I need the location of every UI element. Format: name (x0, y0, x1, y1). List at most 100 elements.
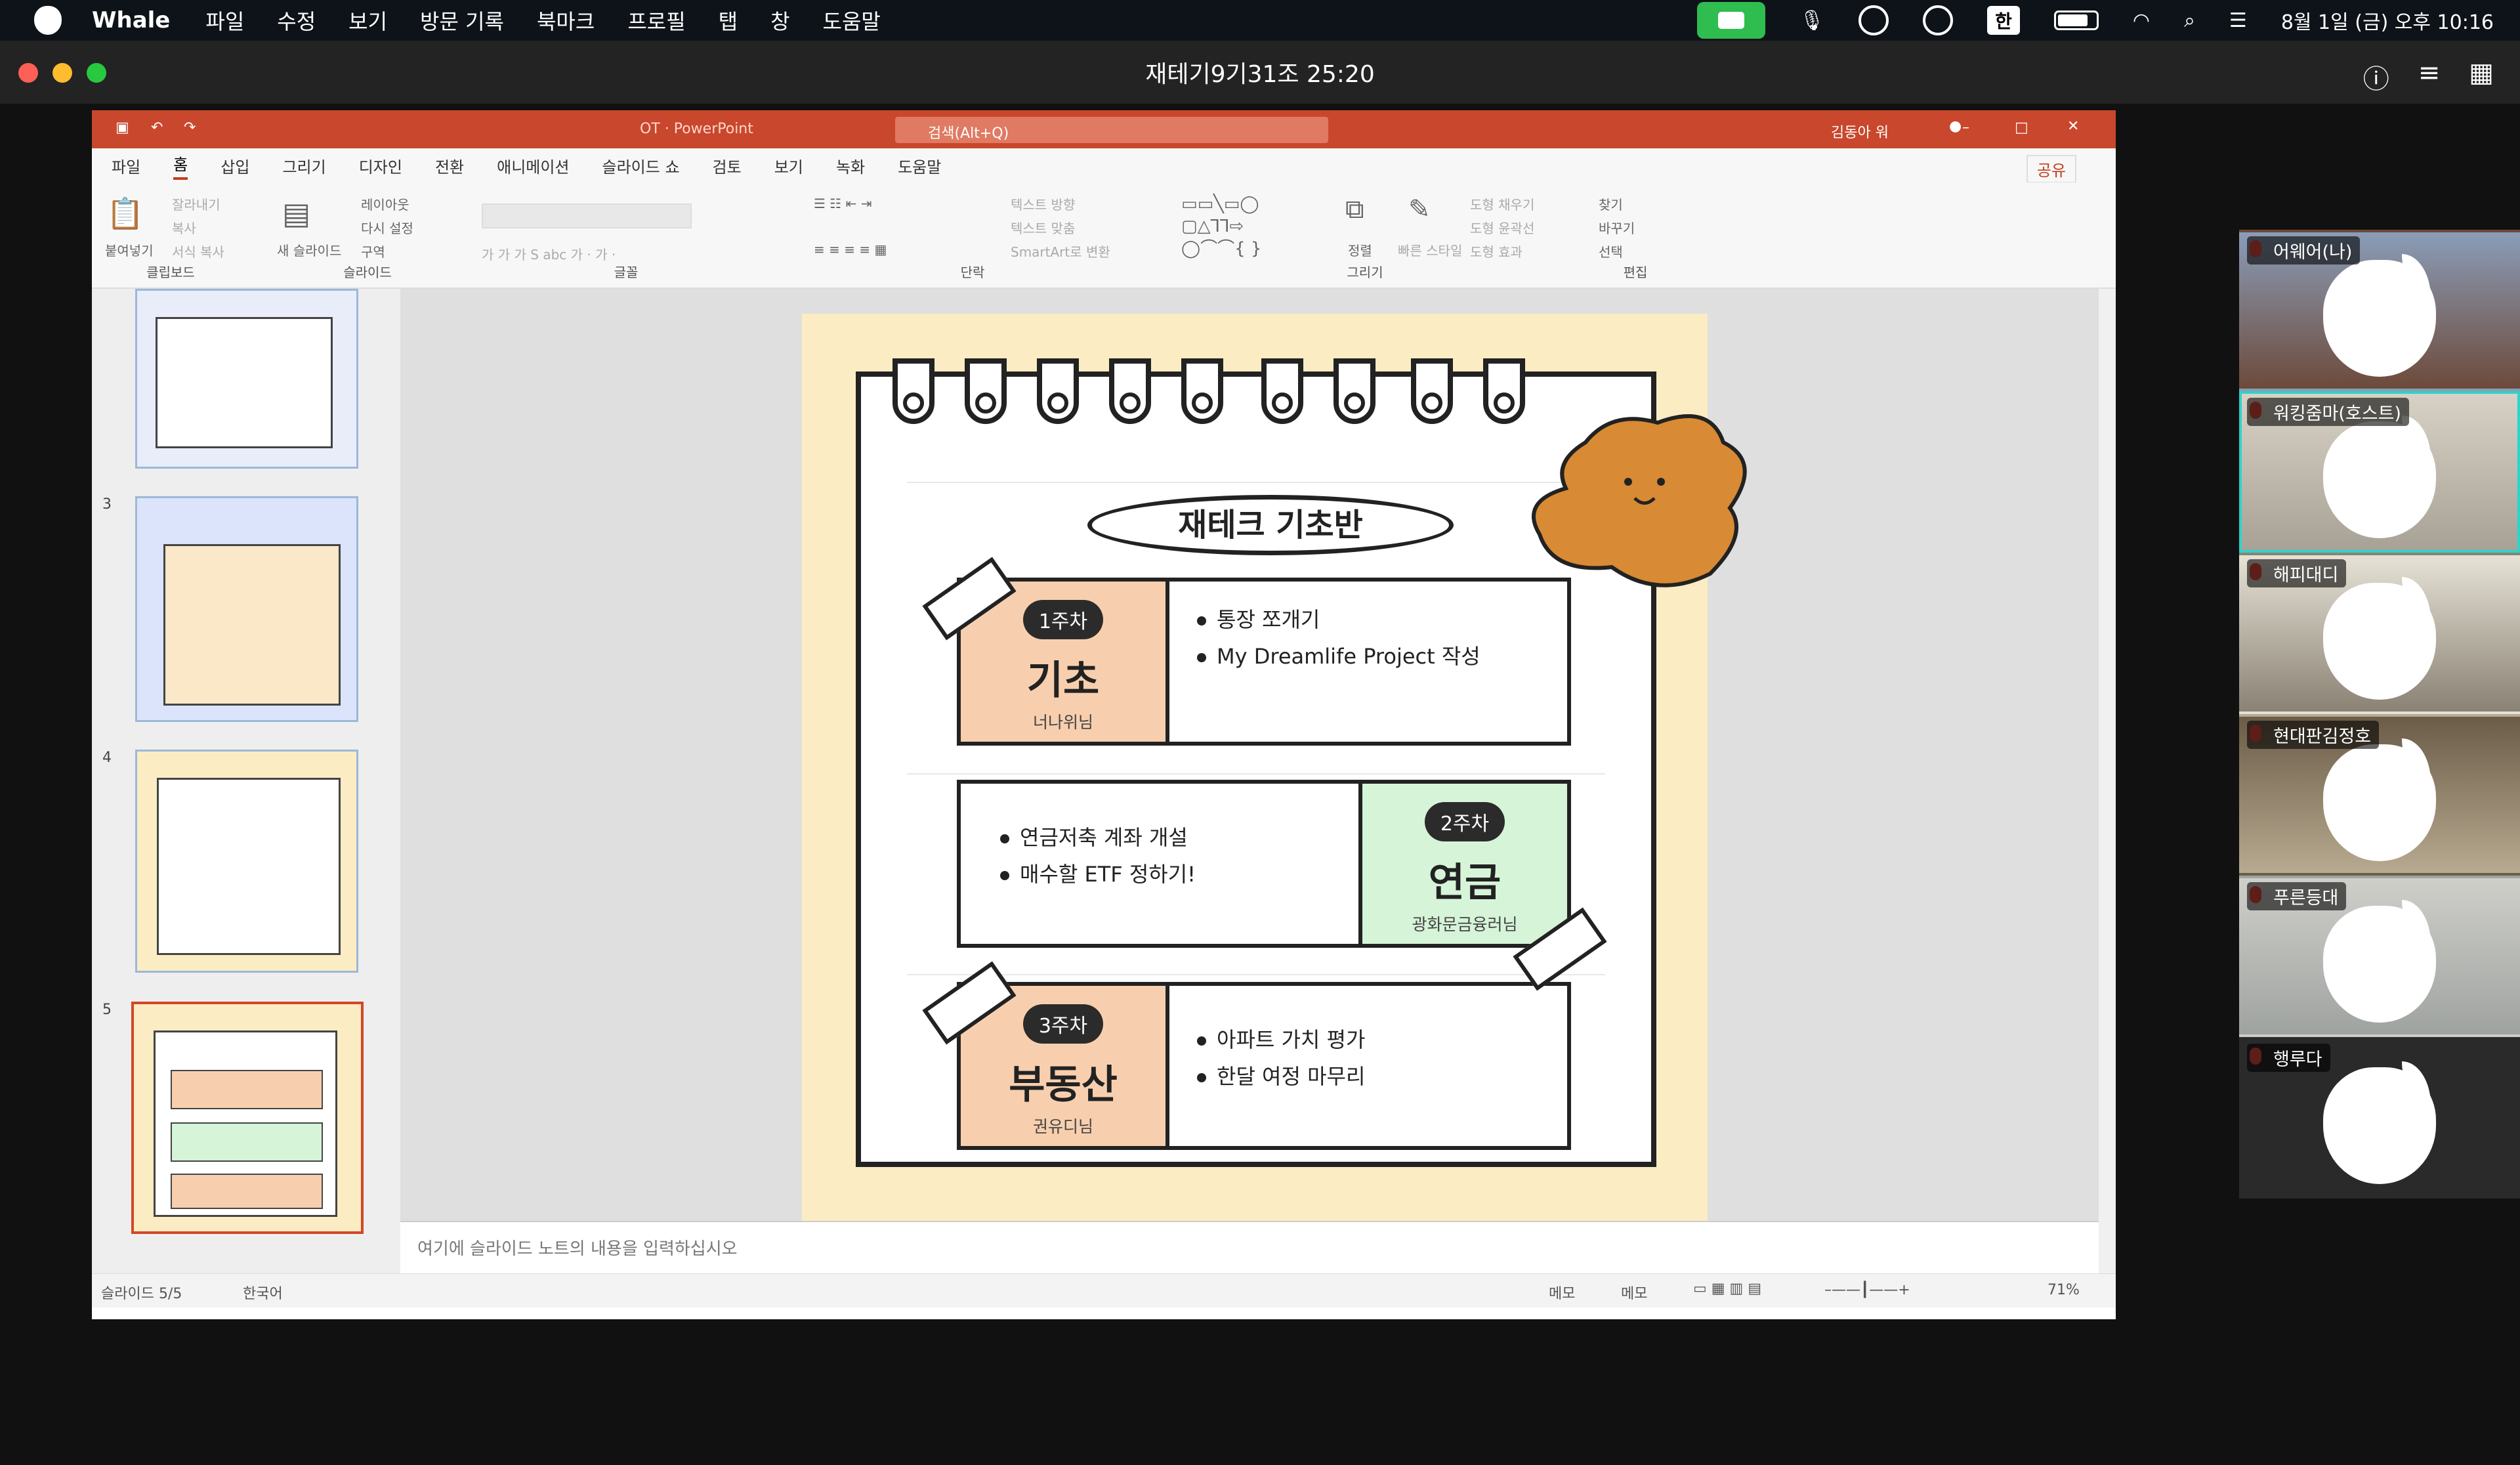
grid-view-icon[interactable]: ▦ (2469, 58, 2494, 96)
play-icon[interactable] (1923, 5, 1954, 35)
paste-icon[interactable]: 📋 (106, 196, 144, 232)
redo-icon[interactable]: ↷ (184, 119, 196, 136)
font-family-select[interactable] (482, 203, 692, 228)
zoom-slider[interactable]: –——┃——+ (1824, 1282, 1910, 1298)
camera-icon[interactable] (1697, 2, 1766, 39)
shape-effects-button[interactable]: 도형 효과 (1470, 242, 1522, 261)
quick-style-icon[interactable]: ✎ (1408, 194, 1431, 224)
minimize-icon[interactable]: – (1962, 119, 1969, 136)
find-button[interactable]: 찾기 (1599, 194, 1623, 213)
tab-record[interactable]: 녹화 (836, 154, 865, 177)
menu-bookmarks[interactable]: 북마크 (537, 5, 595, 35)
tab-home[interactable]: 홈 (173, 152, 188, 180)
copy-button[interactable]: 복사 (172, 218, 196, 237)
layout-button[interactable]: 레이아웃 (361, 194, 410, 213)
search-box[interactable]: 검색(Alt+Q) (895, 117, 1328, 143)
participant-tile[interactable]: 어웨어(나) (2239, 230, 2520, 391)
vertical-scrollbar[interactable] (2099, 289, 2116, 1273)
menu-history[interactable]: 방문 기록 (420, 5, 504, 35)
notes-toggle[interactable]: 메모 (1549, 1282, 1575, 1303)
menu-profile[interactable]: 프로필 (627, 5, 685, 35)
share-button[interactable]: 공유 (2026, 155, 2076, 183)
wifi-icon[interactable]: ◠ (2133, 9, 2150, 32)
reset-button[interactable]: 다시 설정 (361, 218, 413, 237)
shape-outline-button[interactable]: 도형 윤곽선 (1470, 218, 1534, 237)
tab-insert[interactable]: 삽입 (220, 154, 249, 177)
app-name[interactable]: Whale (92, 7, 170, 33)
battery-icon[interactable] (2053, 11, 2099, 30)
info-icon[interactable]: ⓘ (2363, 58, 2389, 96)
format-painter-button[interactable]: 서식 복사 (172, 242, 224, 261)
user-name[interactable]: 김동아 워 (1831, 121, 1889, 142)
restore-icon[interactable]: □ (2015, 119, 2028, 136)
text-direction-button[interactable]: 텍스트 방향 (1011, 194, 1075, 213)
participant-tile[interactable]: 푸른등대 (2239, 876, 2520, 1037)
datetime[interactable]: 8월 1일 (금) 오후 10:16 (2281, 6, 2494, 35)
slide-thumbnail-2[interactable] (135, 289, 358, 469)
smartart-button[interactable]: SmartArt로 변환 (1011, 242, 1110, 261)
language-indicator[interactable]: 한국어 (243, 1282, 283, 1303)
view-buttons[interactable]: ▭ ▦ ▥ ▤ (1693, 1281, 1761, 1297)
avatar[interactable]: ● (1949, 118, 1962, 135)
tab-design[interactable]: 디자인 (359, 154, 402, 177)
align-text-button[interactable]: 텍스트 맞춤 (1011, 218, 1075, 237)
participant-tile[interactable]: 워킹줌마(호스트) (2239, 391, 2520, 553)
slide-canvas[interactable]: 재테크 기초반 1주차 기초 너나위님 통장 쪼개기 My Dreamlife … (802, 314, 1747, 1233)
paste-button[interactable]: 붙여넣기 (105, 240, 154, 259)
sort-icon[interactable]: ≡ (2418, 58, 2441, 96)
group-editing: 편집 (1623, 265, 1648, 280)
cut-button[interactable]: 잘라내기 (172, 194, 220, 213)
menu-help[interactable]: 도움말 (823, 5, 881, 35)
comments-toggle[interactable]: 메모 (1621, 1282, 1647, 1303)
tab-review[interactable]: 검토 (713, 154, 742, 177)
zoom-level[interactable]: 71% (2048, 1282, 2080, 1298)
section-button[interactable]: 구역 (361, 242, 385, 261)
tab-transitions[interactable]: 전환 (435, 154, 464, 177)
slide-thumbnail-4[interactable] (135, 750, 358, 973)
slide-thumbnail-3[interactable] (135, 496, 358, 722)
undo-icon[interactable]: ↶ (151, 119, 163, 136)
week-badge: 1주차 (1022, 600, 1104, 639)
menu-edit[interactable]: 수정 (277, 5, 316, 35)
shapes-gallery[interactable]: ▭▭╲▭◯ ▢△⅂⅂⇨ ◯⌒⌒{ } (1181, 193, 1261, 260)
tab-view[interactable]: 보기 (774, 154, 803, 177)
menu-window[interactable]: 창 (770, 5, 789, 35)
new-slide-icon[interactable]: ▤ (282, 196, 310, 231)
notebook-paper: 재테크 기초반 1주차 기초 너나위님 통장 쪼개기 My Dreamlife … (856, 358, 1747, 1167)
control-center-icon[interactable]: ☰ (2229, 9, 2247, 32)
select-button[interactable]: 선택 (1599, 242, 1623, 261)
shape-fill-button[interactable]: 도형 채우기 (1470, 194, 1534, 213)
quick-style-button[interactable]: 빠른 스타일 (1398, 240, 1462, 259)
tab-help[interactable]: 도움말 (898, 154, 941, 177)
search-icon[interactable]: ⌕ (2184, 9, 2195, 32)
tab-slideshow[interactable]: 슬라이드 쇼 (602, 154, 680, 177)
replace-button[interactable]: 바꾸기 (1599, 218, 1635, 237)
participant-tile[interactable]: 행루다 (2239, 1037, 2520, 1199)
meeting-titlebar: 재테기9기31조 25:20 ⓘ ≡ ▦ (0, 41, 2520, 104)
list-buttons[interactable]: ☰ ☷ ⇤ ⇥ (814, 196, 872, 211)
bullet-list: 통장 쪼개기 My Dreamlife Project 작성 (1197, 601, 1480, 675)
menu-tab[interactable]: 탭 (719, 5, 738, 35)
apple-icon[interactable] (34, 6, 62, 35)
menu-file[interactable]: 파일 (205, 5, 244, 35)
tab-animations[interactable]: 애니메이션 (497, 154, 569, 177)
participant-tile[interactable]: 해피대디 (2239, 553, 2520, 714)
mic-icon[interactable]: 🎙 (1799, 9, 1824, 32)
input-method[interactable]: 한 (1987, 6, 2020, 35)
tab-file[interactable]: 파일 (112, 154, 140, 177)
arrange-icon[interactable]: ⧉ (1345, 194, 1364, 224)
status-icon[interactable] (1858, 5, 1889, 35)
arrange-button[interactable]: 정렬 (1348, 240, 1372, 259)
notes-pane[interactable]: 여기에 슬라이드 노트의 내용을 입력하십시오 (400, 1221, 2099, 1272)
new-slide-button[interactable]: 새 슬라이드 (277, 240, 341, 259)
slide-thumbnail-5[interactable] (131, 1002, 364, 1234)
align-buttons[interactable]: ≡ ≡ ≡ ≡ ▦ (814, 242, 887, 257)
participant-tile[interactable]: 현대판김정호 (2239, 714, 2520, 876)
group-clipboard: 클립보드 (146, 265, 195, 280)
ring (1334, 358, 1376, 424)
close-icon[interactable]: ✕ (2067, 118, 2079, 135)
menu-view[interactable]: 보기 (348, 5, 387, 35)
tab-draw[interactable]: 그리기 (282, 154, 326, 177)
font-format-buttons[interactable]: 가 가 가 S abc 가 · 가 · (482, 244, 616, 263)
save-icon[interactable]: ▣ (116, 119, 129, 136)
